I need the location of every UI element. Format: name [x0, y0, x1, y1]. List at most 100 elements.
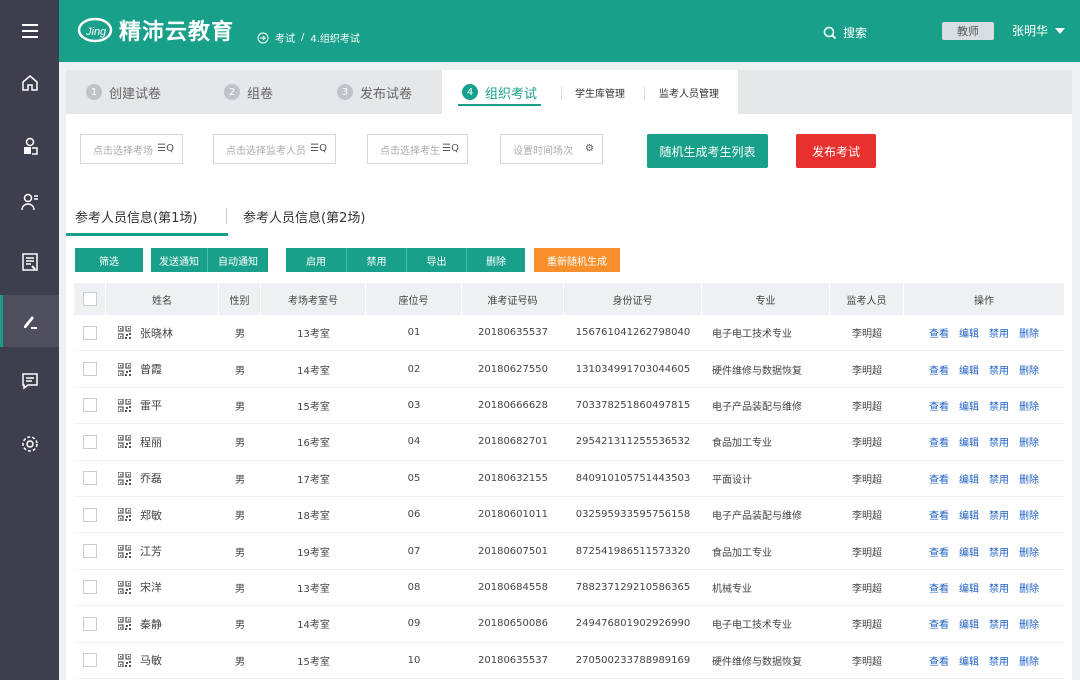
disable-link[interactable]: 禁用	[989, 507, 1009, 522]
row-checkbox[interactable]	[83, 507, 97, 522]
table-row[interactable]: 郑敏 男 18考室 06 20180601011 032595933595756158 电子…	[74, 497, 1064, 534]
delete-link[interactable]: 删除	[1019, 362, 1039, 377]
view-link[interactable]: 查看	[929, 362, 949, 377]
table-row[interactable]: 宋洋 男 13考室 08 20180684558 788237129210586365 机械…	[74, 570, 1064, 607]
view-link[interactable]: 查看	[929, 325, 949, 340]
view-link[interactable]: 查看	[929, 398, 949, 413]
proctor-selector[interactable]: 点击选择监考人员 ☰Q	[213, 134, 336, 164]
column-header-exam-no[interactable]: 准考证号码	[462, 283, 564, 315]
sidebar-item-users[interactable]	[0, 120, 59, 172]
search-button[interactable]: 搜索	[823, 24, 867, 41]
qr-code-icon[interactable]	[118, 508, 131, 522]
filter-button[interactable]: 筛选	[75, 248, 143, 272]
disable-link[interactable]: 禁用	[989, 616, 1009, 631]
delete-link[interactable]: 删除	[1019, 471, 1039, 486]
delete-link[interactable]: 删除	[1019, 544, 1039, 559]
edit-link[interactable]: 编辑	[959, 580, 979, 595]
menu-button[interactable]	[0, 5, 59, 57]
regenerate-button[interactable]: 重新随机生成	[534, 248, 620, 272]
column-header-name[interactable]: 姓名	[106, 283, 219, 315]
enable-button[interactable]: 启用	[286, 248, 346, 272]
send-notice-button[interactable]: 发送通知	[151, 248, 207, 272]
logo[interactable]: Jing 精沛云教育	[77, 14, 234, 46]
disable-link[interactable]: 禁用	[989, 580, 1009, 595]
column-header-id-no[interactable]: 身份证号	[564, 283, 702, 315]
delete-button[interactable]: 删除	[466, 248, 525, 272]
delete-link[interactable]: 删除	[1019, 616, 1039, 631]
qr-code-icon[interactable]	[118, 544, 131, 558]
delete-link[interactable]: 删除	[1019, 398, 1039, 413]
table-row[interactable]: 江芳 男 19考室 07 20180607501 872541986511573320 食品…	[74, 533, 1064, 570]
edit-link[interactable]: 编辑	[959, 398, 979, 413]
disable-button[interactable]: 禁用	[346, 248, 406, 272]
row-checkbox[interactable]	[83, 653, 97, 668]
column-header-room[interactable]: 考场考室号	[261, 283, 366, 315]
publish-exam-button[interactable]: 发布考试	[796, 134, 876, 168]
qr-code-icon[interactable]	[118, 435, 131, 449]
user-menu[interactable]: 张明华	[1012, 22, 1066, 39]
row-checkbox[interactable]	[83, 616, 97, 631]
tab-proctor-management[interactable]: 监考人员管理	[659, 70, 719, 114]
table-row[interactable]: 曾霞 男 14考室 02 20180627550 131034991703044605 硬件…	[74, 351, 1064, 388]
tab-student-library[interactable]: 学生库管理	[575, 70, 625, 114]
breadcrumb-item[interactable]: 考试	[275, 30, 295, 45]
delete-link[interactable]: 删除	[1019, 434, 1039, 449]
view-link[interactable]: 查看	[929, 434, 949, 449]
qr-code-icon[interactable]	[118, 580, 131, 594]
row-checkbox[interactable]	[83, 434, 97, 449]
column-header-major[interactable]: 专业	[702, 283, 830, 315]
step-compose-paper[interactable]: 2 组卷	[224, 70, 273, 114]
sidebar-item-settings[interactable]	[0, 418, 59, 470]
delete-link[interactable]: 删除	[1019, 580, 1039, 595]
table-row[interactable]: 乔磊 男 17考室 05 20180632155 840910105751443503 平面…	[74, 461, 1064, 497]
disable-link[interactable]: 禁用	[989, 362, 1009, 377]
edit-link[interactable]: 编辑	[959, 325, 979, 340]
export-button[interactable]: 导出	[406, 248, 466, 272]
delete-link[interactable]: 删除	[1019, 653, 1039, 668]
disable-link[interactable]: 禁用	[989, 653, 1009, 668]
row-checkbox[interactable]	[83, 398, 97, 413]
view-link[interactable]: 查看	[929, 507, 949, 522]
sidebar-item-roster[interactable]	[0, 176, 59, 228]
qr-code-icon[interactable]	[118, 398, 131, 412]
table-row[interactable]: 马敏 男 15考室 10 20180635537 270500233788989169 硬件…	[74, 643, 1064, 679]
row-checkbox[interactable]	[83, 325, 97, 340]
view-link[interactable]: 查看	[929, 616, 949, 631]
qr-code-icon[interactable]	[118, 471, 131, 485]
qr-code-icon[interactable]	[118, 617, 131, 631]
table-row[interactable]: 秦静 男 14考室 09 20180650086 249476801902926990 电子…	[74, 606, 1064, 643]
step-create-paper[interactable]: 1 创建试卷	[86, 70, 161, 114]
tab-session-1[interactable]: 参考人员信息(第1场)	[75, 207, 197, 226]
disable-link[interactable]: 禁用	[989, 398, 1009, 413]
row-checkbox[interactable]	[83, 544, 97, 559]
sidebar-item-papers[interactable]	[0, 236, 59, 288]
edit-link[interactable]: 编辑	[959, 616, 979, 631]
edit-link[interactable]: 编辑	[959, 544, 979, 559]
qr-code-icon[interactable]	[118, 653, 131, 667]
sidebar-item-exam[interactable]	[0, 295, 59, 347]
qr-code-icon[interactable]	[118, 326, 131, 340]
row-checkbox[interactable]	[83, 471, 97, 486]
row-checkbox[interactable]	[83, 362, 97, 377]
edit-link[interactable]: 编辑	[959, 362, 979, 377]
sidebar-item-home[interactable]	[0, 57, 59, 109]
disable-link[interactable]: 禁用	[989, 325, 1009, 340]
random-generate-button[interactable]: 随机生成考生列表	[647, 134, 768, 168]
edit-link[interactable]: 编辑	[959, 471, 979, 486]
column-header-proctor[interactable]: 监考人员	[830, 283, 904, 315]
delete-link[interactable]: 删除	[1019, 325, 1039, 340]
room-selector[interactable]: 点击选择考场 ☰Q	[80, 134, 183, 164]
sidebar-item-messages[interactable]	[0, 355, 59, 407]
view-link[interactable]: 查看	[929, 580, 949, 595]
delete-link[interactable]: 删除	[1019, 507, 1039, 522]
qr-code-icon[interactable]	[118, 362, 131, 376]
edit-link[interactable]: 编辑	[959, 507, 979, 522]
disable-link[interactable]: 禁用	[989, 434, 1009, 449]
step-publish-paper[interactable]: 3 发布试卷	[337, 70, 412, 114]
disable-link[interactable]: 禁用	[989, 471, 1009, 486]
role-badge[interactable]: 教师	[942, 22, 994, 40]
view-link[interactable]: 查看	[929, 653, 949, 668]
table-row[interactable]: 张晓林 男 13考室 01 20180635537 156761041262798040 电…	[74, 315, 1064, 352]
student-selector[interactable]: 点击选择考生 ☰Q	[367, 134, 468, 164]
select-all-checkbox[interactable]	[82, 292, 97, 306]
